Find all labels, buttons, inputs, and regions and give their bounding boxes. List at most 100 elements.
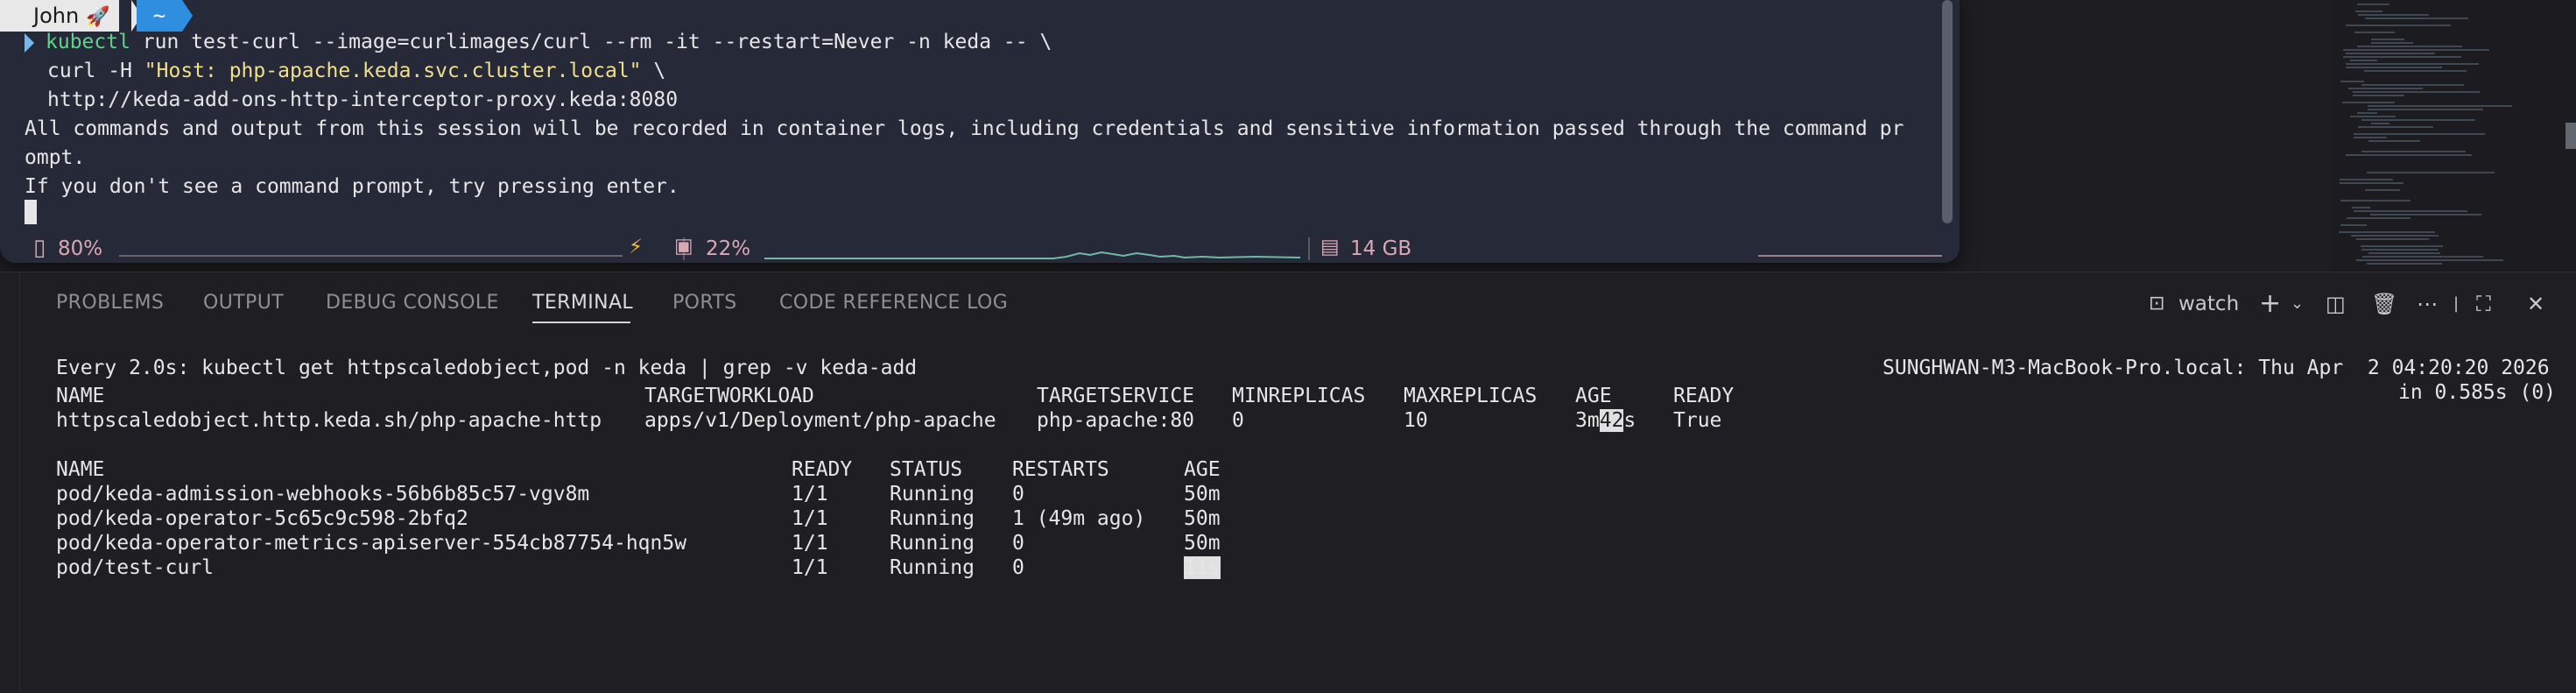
pod-row-status: Running bbox=[890, 556, 975, 579]
minimap-line bbox=[2354, 210, 2467, 212]
tab-problems[interactable]: PROBLEMS bbox=[56, 292, 164, 314]
minimap-line bbox=[2371, 42, 2413, 44]
watch-header: Every 2.0s: kubectl get httpscaledobject… bbox=[56, 357, 918, 379]
hso-row-ready: True bbox=[1673, 409, 1722, 432]
pod-row-status: Running bbox=[890, 507, 975, 530]
pod-row-ready: 1/1 bbox=[792, 532, 828, 555]
minimap-line bbox=[2352, 207, 2370, 209]
command-line-1: kubectl run test-curl --image=curlimages… bbox=[46, 31, 1052, 53]
pod-row-name: pod/keda-admission-webhooks-56b6b85c57-v… bbox=[56, 483, 590, 506]
command-text: \ bbox=[641, 60, 666, 82]
minimap-line bbox=[2353, 91, 2480, 93]
minimap-line bbox=[2350, 60, 2377, 61]
pod-row-restarts: 0 bbox=[1012, 483, 1024, 506]
pod-row-name: pod/test-curl bbox=[56, 556, 215, 579]
output-line-2: ompt. bbox=[25, 146, 86, 169]
hso-header-targetworkload: TARGETWORKLOAD bbox=[644, 385, 814, 407]
battery-icon: ▯ bbox=[33, 235, 46, 261]
maximize-panel-icon[interactable]: ⛶ bbox=[2476, 288, 2491, 320]
minimap-line bbox=[2368, 140, 2420, 142]
minimap-line bbox=[2346, 67, 2442, 68]
minimap-line bbox=[2368, 252, 2440, 254]
tab-output[interactable]: OUTPUT bbox=[203, 292, 284, 314]
pod-row-ready: 1/1 bbox=[792, 556, 828, 579]
pod-row-restarts: 0 bbox=[1012, 532, 1024, 555]
watch-host-time: SUNGHWAN-M3-MacBook-Pro.local: Thu Apr 2… bbox=[1883, 357, 2550, 379]
minimap-line bbox=[2368, 109, 2483, 110]
floating-terminal-window[interactable]: John 🚀 ~ kubectl run test-curl --image=cu… bbox=[0, 0, 1960, 263]
minimap-line bbox=[2347, 217, 2411, 219]
bottom-panel: PROBLEMS OUTPUT DEBUG CONSOLE TERMINAL P… bbox=[0, 272, 2576, 693]
hso-header-age: AGE bbox=[1575, 385, 1612, 407]
hso-header-name: NAME bbox=[56, 385, 105, 407]
command-args: run test-curl --image=curlimages/curl --… bbox=[130, 31, 1052, 53]
minimap-line bbox=[2364, 70, 2467, 72]
pod-row-name: pod/keda-operator-5c65c9c598-2bfq2 bbox=[56, 507, 468, 530]
minimap-line bbox=[2361, 151, 2466, 152]
minimap-line bbox=[2367, 263, 2442, 265]
pod-header-ready: READY bbox=[792, 458, 853, 481]
tab-terminal[interactable]: TERMINAL bbox=[532, 292, 633, 314]
new-terminal-icon[interactable]: + bbox=[2259, 288, 2281, 320]
cpu-usage: 22% bbox=[706, 237, 751, 260]
battery-track bbox=[119, 255, 623, 257]
minimap-line bbox=[2354, 32, 2395, 33]
minimap-line bbox=[2358, 14, 2429, 16]
prompt-user: John bbox=[33, 4, 80, 28]
minimap-line bbox=[2343, 56, 2461, 58]
command-marker-icon bbox=[25, 33, 34, 53]
minimap-line bbox=[2357, 46, 2462, 47]
minimap-line bbox=[2340, 81, 2364, 82]
minimap-line bbox=[2350, 116, 2396, 117]
trash-icon[interactable]: 🗑 bbox=[2371, 288, 2397, 320]
minimap-line bbox=[2346, 53, 2435, 54]
minimap-line bbox=[2356, 259, 2503, 261]
terminal-output[interactable]: Every 2.0s: kubectl get httpscaledobject… bbox=[0, 348, 2576, 693]
minimap-line bbox=[2357, 112, 2377, 114]
chevron-down-icon[interactable]: ⌄ bbox=[2291, 288, 2304, 320]
minimap-line bbox=[2361, 119, 2475, 121]
tab-ports[interactable]: PORTS bbox=[672, 292, 737, 314]
minimap-line bbox=[2365, 18, 2468, 19]
hso-row-age: 3m42s bbox=[1575, 409, 1636, 432]
command-line-3: http://keda-add-ons-http-interceptor-pro… bbox=[47, 88, 679, 111]
terminal-instance-name[interactable]: watch bbox=[2178, 288, 2239, 320]
minimap-line bbox=[2348, 88, 2423, 89]
divider: | bbox=[2453, 294, 2460, 313]
prompt-dir-segment: ~ bbox=[137, 0, 182, 32]
memory-icon: ▤ bbox=[1320, 236, 1340, 258]
tab-debug-console[interactable]: DEBUG CONSOLE bbox=[326, 292, 499, 314]
pod-row-ready: 1/1 bbox=[792, 483, 828, 506]
editor-minimap[interactable] bbox=[2329, 0, 2576, 272]
pod-row-ready: 1/1 bbox=[792, 507, 828, 530]
watch-duration: in 0.585s (0) bbox=[2398, 381, 2557, 404]
age-highlight: 42 bbox=[1599, 409, 1624, 432]
minimap-line bbox=[2371, 39, 2404, 40]
split-terminal-icon[interactable]: ◫ bbox=[2326, 288, 2346, 320]
close-icon[interactable]: ✕ bbox=[2527, 288, 2544, 320]
minimap-line bbox=[2353, 95, 2404, 96]
minimap-slider[interactable] bbox=[2565, 123, 2576, 149]
tab-code-reference-log[interactable]: CODE REFERENCE LOG bbox=[779, 292, 1008, 314]
pod-header-name: NAME bbox=[56, 458, 105, 481]
minimap-line bbox=[2365, 189, 2400, 191]
terminal-icon[interactable]: ⊡ bbox=[2149, 288, 2164, 320]
age-part: s bbox=[1623, 409, 1636, 432]
pod-header-status: STATUS bbox=[890, 458, 963, 481]
hso-row-name: httpscaledobject.http.keda.sh/php-apache… bbox=[56, 409, 602, 432]
charging-icon: ⚡ bbox=[629, 236, 644, 258]
minimap-line bbox=[2343, 49, 2489, 51]
age-part: 3m bbox=[1575, 409, 1600, 432]
minimap-line bbox=[2357, 4, 2389, 5]
floating-terminal-scrollbar[interactable] bbox=[1942, 0, 1953, 223]
minimap-line bbox=[2361, 249, 2439, 251]
more-actions-icon[interactable]: ⋯ bbox=[2417, 288, 2438, 320]
output-line-1: All commands and output from this sessio… bbox=[25, 117, 1904, 140]
minimap-line bbox=[2351, 235, 2439, 237]
minimap-line bbox=[2367, 172, 2495, 173]
pod-row-restarts: 1 (49m ago) bbox=[1012, 507, 1146, 530]
minimap-line bbox=[2340, 200, 2411, 202]
minimap-line bbox=[2346, 63, 2479, 65]
terminal-status-bar: ▯ 80% ⚡ ▣ 22% ▤ 14 GB bbox=[16, 232, 1951, 263]
pod-row-restarts: 0 bbox=[1012, 556, 1024, 579]
